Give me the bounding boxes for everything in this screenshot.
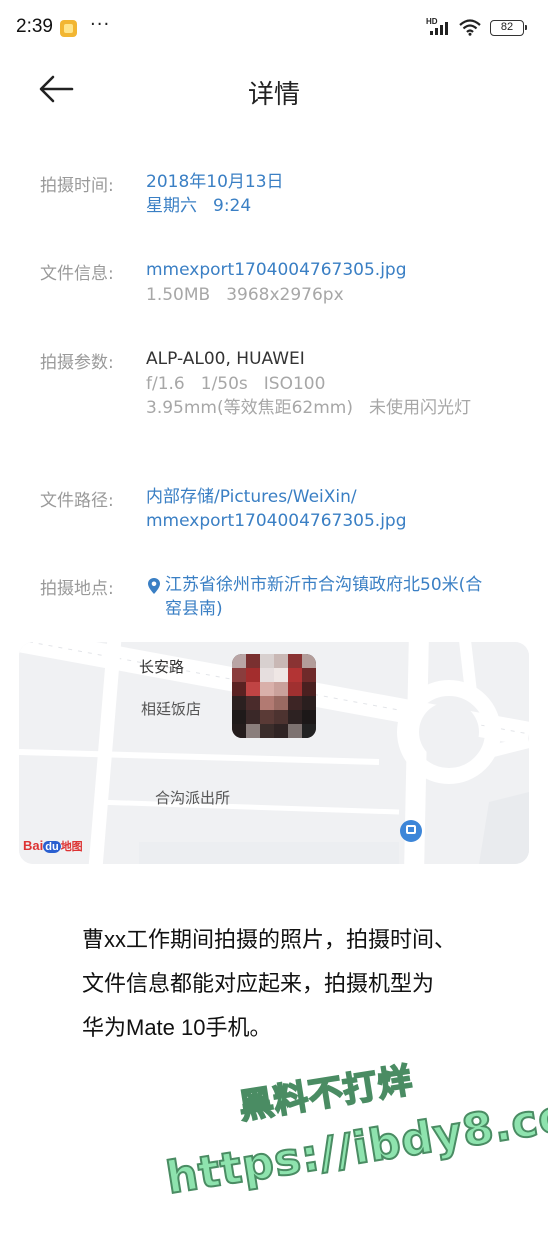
file-name[interactable]: mmexport1704004767305.jpg (146, 258, 407, 282)
caption-line-2: 文件信息都能对应起来，拍摄机型为 (82, 971, 435, 996)
map-road-label: 长安路 (139, 658, 185, 676)
map-poi-police: 合沟派出所 (155, 789, 231, 807)
path-line2[interactable]: mmexport1704004767305.jpg (146, 509, 407, 533)
baidu-logo-map: 地图 (60, 841, 83, 853)
time-clock: 9:24 (213, 196, 252, 216)
notification-app-icon (60, 20, 77, 37)
caption-text: 曹xx工作期间拍摄的照片，拍摄时间、 文件信息都能对应起来，拍摄机型为 华为Ma… (82, 918, 512, 1050)
path-line1[interactable]: 内部存储/Pictures/WeiXin/ (146, 485, 357, 509)
path-label: 文件路径: (40, 491, 114, 511)
camera-aperture: f/1.6 (146, 374, 185, 394)
file-resolution: 3968x2976px (226, 285, 344, 305)
time-label: 拍摄时间: (40, 176, 114, 196)
camera-exposure: f/1.6 1/50s ISO100 (146, 372, 325, 396)
time-weekday-line[interactable]: 星期六 9:24 (146, 194, 251, 218)
time-weekday: 星期六 (146, 196, 197, 216)
battery-indicator: 82 (490, 20, 527, 36)
time-date[interactable]: 2018年10月13日 (146, 170, 284, 194)
blurred-photo-image (232, 654, 316, 738)
photo-thumbnail[interactable] (232, 654, 316, 738)
location-line2[interactable]: 窑县南) (165, 597, 223, 621)
baidu-logo-du: du (43, 841, 61, 853)
camera-shutter: 1/50s (200, 374, 248, 394)
page-title: 详情 (247, 80, 300, 110)
camera-model: ALP-AL00, HUAWEI (146, 349, 305, 369)
camera-focal: 3.95mm(等效焦距62mm) (146, 398, 353, 418)
camera-label: 拍摄参数: (40, 353, 114, 373)
camera-flash: 未使用闪光灯 (369, 398, 471, 418)
status-time: 2:39 (16, 16, 53, 37)
location-map[interactable]: 长安路 相廷饭店 合沟派出所 Bai du 地图 (19, 642, 529, 864)
map-poi-restaurant: 相廷饭店 (141, 700, 202, 718)
camera-iso: ISO100 (263, 374, 326, 394)
file-size: 1.50MB (146, 285, 211, 305)
baidu-logo-bai: Bai (23, 838, 44, 853)
file-label: 文件信息: (40, 264, 114, 284)
bus-stop-icon (400, 820, 422, 842)
status-bar: 2:39 ··· HD 82 (0, 0, 548, 58)
camera-focal-flash: 3.95mm(等效焦距62mm) 未使用闪光灯 (146, 396, 471, 420)
location-pin-icon (148, 578, 160, 594)
more-notifications-icon: ··· (90, 14, 111, 35)
wifi-icon (459, 19, 481, 36)
location-line1[interactable]: 江苏省徐州市新沂市合沟镇政府北50米(合 (165, 573, 482, 597)
baidu-map-logo: Bai du 地图 (23, 838, 83, 854)
caption-line-1: 曹xx工作期间拍摄的照片，拍摄时间、 (82, 927, 457, 952)
file-meta: 1.50MB 3968x2976px (146, 283, 344, 307)
caption-line-3: 华为Mate 10手机。 (82, 1015, 272, 1040)
location-label: 拍摄地点: (40, 579, 114, 599)
signal-icon (430, 22, 448, 35)
